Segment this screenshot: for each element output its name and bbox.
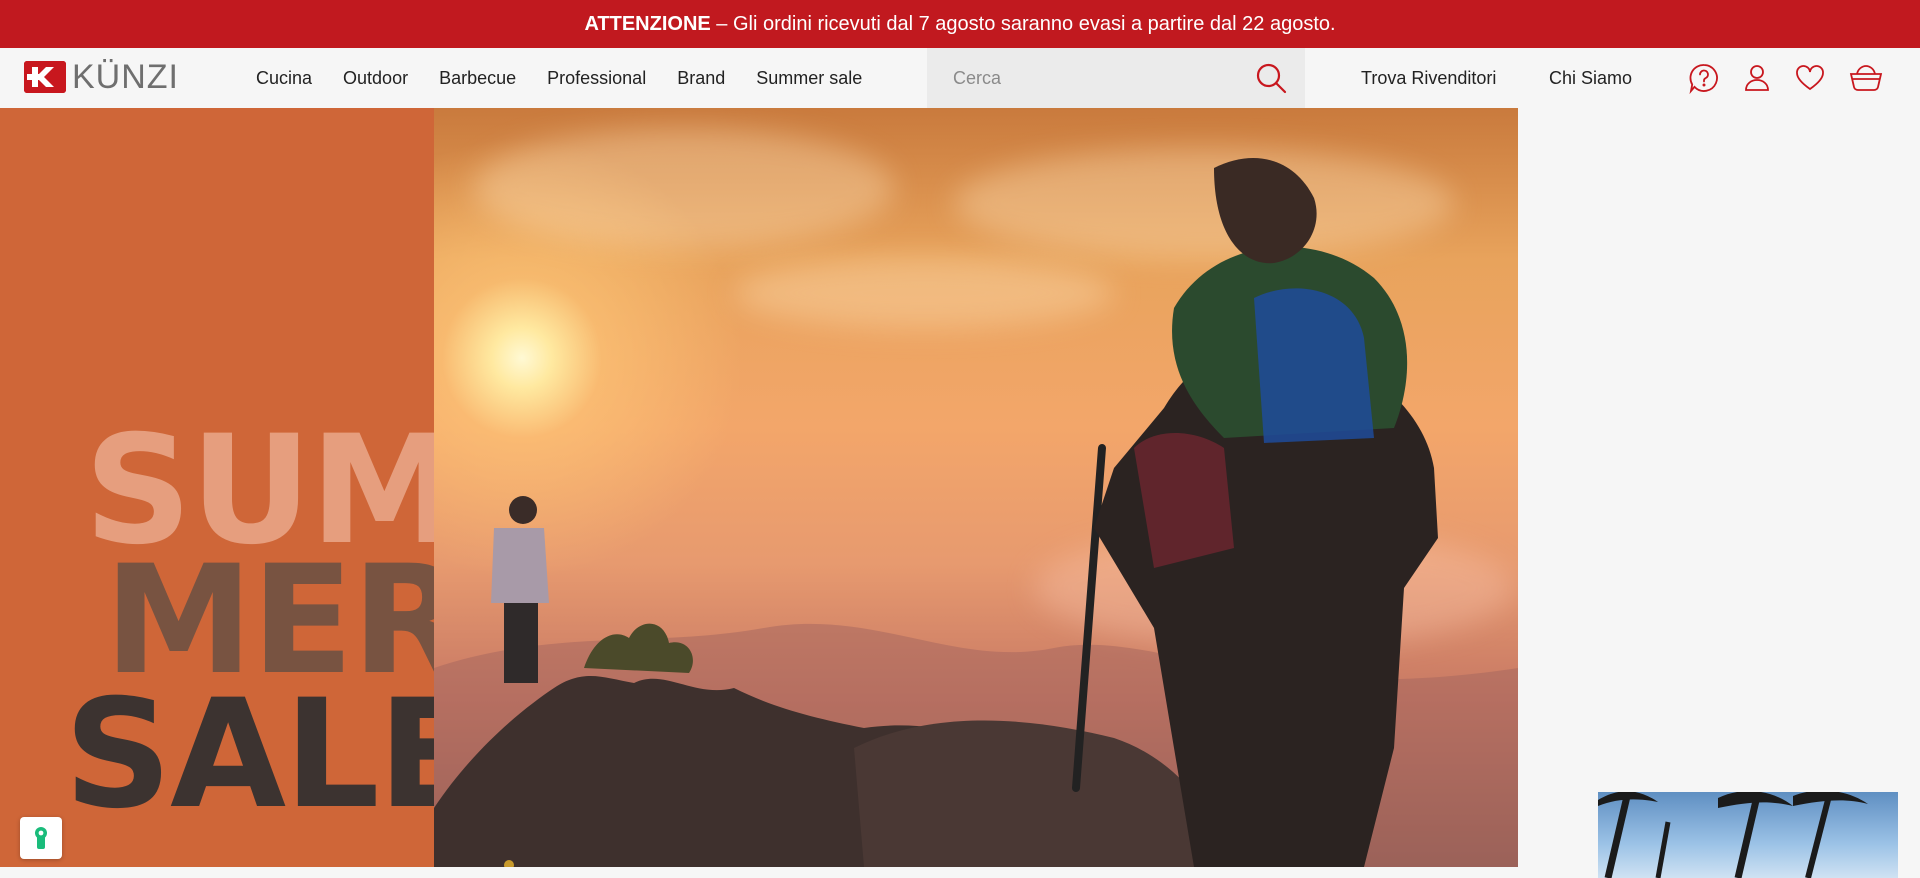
hero-headline-line-3: SALE	[64, 668, 434, 842]
promo-thumbnail[interactable]	[1598, 792, 1898, 878]
announcement-message: Gli ordini ricevuti dal 7 agosto saranno…	[732, 12, 1336, 35]
nav-item-summer-sale[interactable]: Summer sale	[756, 68, 862, 89]
site-header: KÜNZI Cucina Outdoor Barbecue Profession…	[0, 48, 1920, 108]
nav-item-professional[interactable]: Professional	[547, 68, 646, 89]
carousel-dot[interactable]	[504, 860, 514, 867]
page-bottom-strip	[0, 867, 1518, 878]
cart-icon[interactable]	[1849, 62, 1883, 94]
about-link[interactable]: Chi Siamo	[1549, 48, 1632, 108]
announcement-label: ATTENZIONE	[584, 12, 711, 35]
main-nav: Cucina Outdoor Barbecue Professional Bra…	[256, 48, 893, 108]
keyhole-icon	[35, 827, 47, 849]
help-icon[interactable]	[1688, 62, 1720, 95]
nav-item-barbecue[interactable]: Barbecue	[439, 68, 516, 89]
wishlist-icon[interactable]	[1794, 62, 1826, 94]
hero-side-area	[1518, 108, 1920, 878]
nav-item-outdoor[interactable]: Outdoor	[343, 68, 408, 89]
find-dealers-link[interactable]: Trova Rivenditori	[1361, 48, 1496, 108]
cookie-preferences-button[interactable]	[20, 817, 62, 859]
search-input[interactable]	[927, 48, 1247, 108]
brand-name: KÜNZI	[72, 58, 179, 96]
search-bar	[927, 48, 1305, 108]
announcement-bar: ATTENZIONE – Gli ordini ricevuti dal 7 a…	[0, 0, 1920, 48]
hero-banner[interactable]: SUM MER SALE	[0, 108, 1518, 867]
brand-logo[interactable]: KÜNZI	[24, 60, 179, 94]
nav-item-brand[interactable]: Brand	[677, 68, 725, 89]
announcement-separator: –	[710, 12, 733, 35]
nav-item-cucina[interactable]: Cucina	[256, 68, 312, 89]
logo-mark-icon	[24, 61, 66, 93]
search-icon[interactable]	[1255, 62, 1287, 94]
account-icon[interactable]	[1741, 62, 1773, 94]
hero-photo	[434, 108, 1518, 867]
hero-text-panel: SUM MER SALE	[0, 108, 434, 867]
